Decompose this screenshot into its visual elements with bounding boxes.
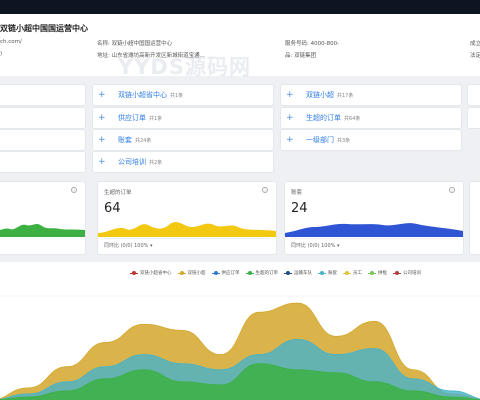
legend-marker — [130, 271, 138, 275]
legend-label: 供应订单 — [221, 271, 240, 276]
metric-value: 24 — [291, 201, 308, 216]
quick-link-supply-orders[interactable]: + 供应订单 共1条 — [93, 108, 273, 128]
info-extra: ) — [0, 51, 3, 57]
legend-label: 账套 — [328, 271, 337, 276]
quick-link-count: 共24条 — [135, 137, 152, 144]
plus-icon: + — [98, 113, 106, 123]
legend-item[interactable]: 运输车队 — [284, 270, 312, 276]
info-icon[interactable]: i — [71, 187, 77, 193]
legend-item[interactable]: 供应订单 — [211, 270, 240, 276]
quick-link-departments[interactable]: + 一级部门 共3条 — [281, 130, 461, 150]
info-icon[interactable]: i — [449, 187, 455, 193]
legend-label: 员工 — [353, 271, 362, 276]
divider — [104, 238, 270, 239]
legend-marker — [368, 271, 376, 275]
quick-link-blank-2[interactable] — [0, 108, 85, 128]
legend-marker — [211, 271, 220, 275]
metric-footer[interactable]: 同环比 (0/0) 100% ▾ — [291, 242, 340, 249]
quick-link-blank-4[interactable] — [0, 152, 85, 172]
quick-link-blank-1[interactable] — [0, 85, 85, 105]
info-founded: 成立 — [470, 41, 480, 47]
metric-card-live-orders: 生超的订单 i 64 同环比 (0/0) 100% ▾ — [98, 182, 276, 254]
metric-card-1: i — [0, 182, 85, 254]
quick-link-label: 双链小超省中心 — [118, 91, 167, 99]
legend-marker — [318, 271, 326, 275]
plus-icon: + — [98, 90, 106, 100]
main-chart-card: 双链小超省中心 双链小超 供应订单 生超的订单 运输车队 账套 员工 拼框 公司… — [0, 262, 480, 400]
quick-link-count: 共3条 — [337, 137, 351, 144]
metric-title: 生超的订单 — [104, 190, 132, 196]
info-url: ch.com/ — [0, 39, 22, 45]
plus-icon: + — [286, 90, 294, 100]
info-icon[interactable]: i — [262, 187, 268, 193]
metric-card-accounts: 账套 i 24 同环比 (0/0) 100% ▾ — [285, 182, 463, 254]
quick-link-label: 公司培训 — [118, 158, 146, 166]
quick-link-label: 账套 — [118, 136, 132, 144]
quick-link-accounts[interactable]: + 账套 共24条 — [93, 130, 273, 150]
org-title: 双链小超中国国运营中心 — [0, 24, 88, 33]
quick-link-count: 共1条 — [170, 92, 184, 99]
quick-link-blank-3[interactable] — [0, 130, 85, 150]
watermark: YYDS源码网 — [118, 55, 251, 79]
legend-item[interactable]: 双链小超 — [177, 270, 206, 276]
legend-item[interactable]: 拼框 — [368, 270, 387, 276]
legend-marker — [393, 271, 401, 275]
legend-label: 双链小超 — [187, 271, 206, 276]
quick-link-label: 一级部门 — [306, 136, 334, 144]
metric-title: 账套 — [291, 190, 303, 196]
metric-card-edge — [470, 182, 480, 254]
quick-link-supermarket[interactable]: + 双链小超 共17条 — [281, 85, 461, 105]
quick-link-count: 共17条 — [337, 92, 354, 99]
legend-label: 运输车队 — [294, 271, 312, 276]
plus-icon: + — [98, 135, 106, 145]
legend-label: 拼框 — [378, 271, 387, 276]
quick-link-count: 共64条 — [344, 115, 361, 122]
legend-item[interactable]: 双链小超省中心 — [130, 270, 172, 276]
quick-link-province-center[interactable]: + 双链小超省中心 共1条 — [93, 85, 273, 105]
legend-marker — [245, 271, 254, 275]
legend-item[interactable]: 账套 — [318, 270, 337, 276]
info-brand: 品: 双链集团 — [285, 53, 317, 59]
top-bar — [0, 0, 480, 14]
info-name: 名称: 双链小超中国国运营中心 — [97, 41, 173, 47]
legend-label: 生超的订单 — [255, 271, 279, 276]
quick-link-edge-1[interactable] — [468, 85, 480, 105]
sparkline-yellow — [98, 221, 276, 237]
org-info-panel: 双链小超中国国运营中心 ch.com/ 名称: 双链小超中国国运营中心 服务号码… — [0, 14, 480, 79]
info-legal: 法定 — [470, 53, 480, 59]
sparkline-green — [0, 224, 85, 237]
quick-link-edge-2[interactable] — [468, 108, 480, 128]
plus-icon: + — [286, 113, 294, 123]
legend-item[interactable]: 公司培训 — [393, 270, 421, 276]
quick-link-label: 双链小超 — [306, 91, 334, 99]
legend-marker — [284, 271, 292, 275]
quick-link-label: 生超的订单 — [306, 114, 341, 122]
legend-marker — [177, 271, 186, 275]
info-phone: 服务号码: 4000-800- — [285, 41, 340, 47]
quick-link-live-orders[interactable]: + 生超的订单 共64条 — [281, 108, 461, 128]
quick-link-training[interactable]: + 公司培训 共2条 — [93, 152, 273, 172]
area-chart: 674 — [0, 295, 480, 400]
legend-label: 双链小超省中心 — [140, 271, 172, 276]
divider — [291, 238, 457, 239]
quick-link-count: 共1条 — [149, 115, 163, 122]
sparkline-blue — [285, 223, 463, 237]
legend-item[interactable]: 员工 — [343, 270, 362, 276]
chart-legend: 双链小超省中心 双链小超 供应订单 生超的订单 运输车队 账套 员工 拼框 公司… — [130, 270, 421, 276]
quick-link-label: 供应订单 — [118, 114, 146, 122]
legend-label: 公司培训 — [403, 271, 421, 276]
metric-footer[interactable]: 同环比 (0/0) 100% ▾ — [104, 242, 153, 249]
legend-marker — [343, 271, 351, 275]
metric-value: 64 — [104, 201, 121, 216]
legend-item[interactable]: 生超的订单 — [245, 270, 279, 276]
plus-icon: + — [286, 135, 294, 145]
quick-link-count: 共2条 — [149, 159, 163, 166]
plus-icon: + — [98, 157, 106, 167]
